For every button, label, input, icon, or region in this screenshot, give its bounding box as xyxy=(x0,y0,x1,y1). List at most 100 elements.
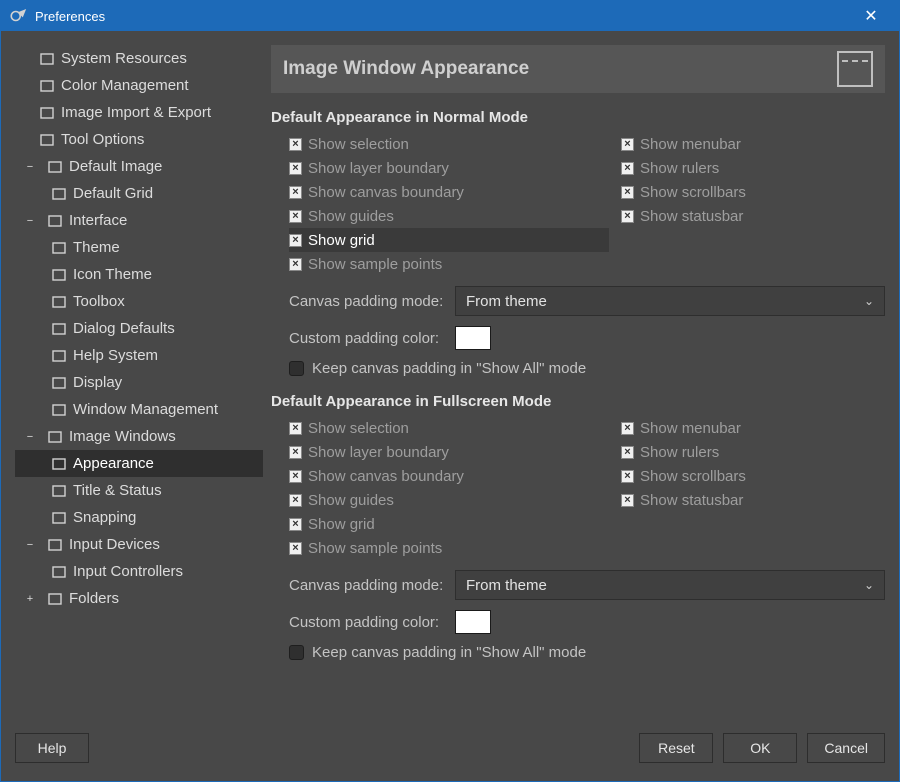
reset-button[interactable]: Reset xyxy=(639,733,713,763)
checkbox-show-canvas-boundary[interactable]: ×Show canvas boundary xyxy=(289,180,609,204)
checkbox-box[interactable]: × xyxy=(289,542,302,555)
sidebar-item-snapping[interactable]: Snapping xyxy=(15,504,263,531)
keep-padding-checkbox-normal[interactable] xyxy=(289,361,304,376)
checkbox-box[interactable]: × xyxy=(621,422,634,435)
checkbox-label: Show guides xyxy=(308,492,394,509)
sidebar-item-default-image[interactable]: −Default Image xyxy=(15,153,263,180)
checkbox-show-statusbar[interactable]: ×Show statusbar xyxy=(621,488,885,512)
padding-mode-select-normal[interactable]: From theme ⌄ xyxy=(455,286,885,316)
expander-icon[interactable]: + xyxy=(15,593,45,605)
sidebar-item-help-system[interactable]: Help System xyxy=(15,342,263,369)
sidebar: System Resources Color Management Image Im… xyxy=(1,31,263,725)
sidebar-item-window-management[interactable]: Window Management xyxy=(15,396,263,423)
checkbox-box[interactable]: × xyxy=(289,494,302,507)
checkbox-box[interactable]: × xyxy=(289,258,302,271)
checkbox-box[interactable]: × xyxy=(621,138,634,151)
sidebar-item-theme[interactable]: Theme xyxy=(15,234,263,261)
cancel-button[interactable]: Cancel xyxy=(807,733,885,763)
sidebar-item-default-grid[interactable]: Default Grid xyxy=(15,180,263,207)
padding-color-swatch-fullscreen[interactable] xyxy=(455,610,491,634)
sidebar-item-image-windows[interactable]: −Image Windows xyxy=(15,423,263,450)
page-header: Image Window Appearance xyxy=(271,45,885,93)
checkbox-show-rulers[interactable]: ×Show rulers xyxy=(621,440,885,464)
content-pane: Image Window Appearance Default Appearan… xyxy=(263,31,899,725)
tree-item-icon xyxy=(49,267,69,283)
sidebar-item-tool-options[interactable]: Tool Options xyxy=(15,126,263,153)
close-icon[interactable]: ✕ xyxy=(851,6,891,26)
checkbox-label: Show canvas boundary xyxy=(308,468,464,485)
checkbox-box[interactable]: × xyxy=(289,470,302,483)
tree-item-icon xyxy=(45,591,65,607)
ok-button[interactable]: OK xyxy=(723,733,797,763)
checkbox-show-menubar[interactable]: ×Show menubar xyxy=(621,416,885,440)
sidebar-item-color-management[interactable]: Color Management xyxy=(15,72,263,99)
sidebar-item-label: Interface xyxy=(69,212,127,229)
checkbox-box[interactable]: × xyxy=(289,138,302,151)
expander-icon[interactable]: − xyxy=(15,215,45,227)
tree-item-icon xyxy=(37,51,57,67)
tree-item-icon xyxy=(45,537,65,553)
checkbox-show-statusbar[interactable]: ×Show statusbar xyxy=(621,204,885,228)
checkbox-box[interactable]: × xyxy=(289,446,302,459)
checkbox-box[interactable]: × xyxy=(621,186,634,199)
footer: Help Reset OK Cancel xyxy=(1,725,899,781)
checkbox-box[interactable]: × xyxy=(621,446,634,459)
expander-icon[interactable]: − xyxy=(15,431,45,443)
sidebar-item-input-controllers[interactable]: Input Controllers xyxy=(15,558,263,585)
sidebar-item-label: Color Management xyxy=(61,77,189,94)
checkbox-label: Show grid xyxy=(308,516,375,533)
sidebar-item-label: Image Import & Export xyxy=(61,104,211,121)
checkbox-show-menubar[interactable]: ×Show menubar xyxy=(621,132,885,156)
checkbox-box[interactable]: × xyxy=(289,234,302,247)
checkbox-show-guides[interactable]: × Show guides xyxy=(289,488,609,512)
sidebar-item-label: Display xyxy=(73,374,122,391)
tree-item-icon xyxy=(49,186,69,202)
checkbox-show-selection[interactable]: ×Show selection xyxy=(289,416,609,440)
sidebar-item-toolbox[interactable]: Toolbox xyxy=(15,288,263,315)
checkbox-show-grid[interactable]: ×Show grid xyxy=(289,228,609,252)
keep-padding-checkbox-fullscreen[interactable] xyxy=(289,645,304,660)
checkbox-box[interactable]: × xyxy=(621,162,634,175)
checkbox-box[interactable]: × xyxy=(289,210,302,223)
checkbox-box[interactable]: × xyxy=(289,186,302,199)
checkbox-label: Show guides xyxy=(308,208,394,225)
checkbox-show-layer-boundary[interactable]: ×Show layer boundary xyxy=(289,440,609,464)
checkbox-show-grid[interactable]: × Show grid xyxy=(289,512,609,536)
sidebar-item-image-import-export[interactable]: Image Import & Export xyxy=(15,99,263,126)
checkbox-show-canvas-boundary[interactable]: × Show canvas boundary xyxy=(289,464,609,488)
window-title: Preferences xyxy=(35,9,851,24)
sidebar-item-appearance[interactable]: Appearance xyxy=(15,450,263,477)
tree-item-icon xyxy=(45,213,65,229)
padding-mode-value-fs: From theme xyxy=(466,577,547,594)
expander-icon[interactable]: − xyxy=(15,161,45,173)
sidebar-item-system-resources[interactable]: System Resources xyxy=(15,45,263,72)
checkbox-show-sample-points[interactable]: ×Show sample points xyxy=(289,252,609,276)
checkbox-box[interactable]: × xyxy=(289,518,302,531)
checkbox-show-layer-boundary[interactable]: ×Show layer boundary xyxy=(289,156,609,180)
sidebar-item-title-status[interactable]: Title & Status xyxy=(15,477,263,504)
sidebar-item-display[interactable]: Display xyxy=(15,369,263,396)
checkbox-box[interactable]: × xyxy=(289,162,302,175)
tree-item-icon xyxy=(49,483,69,499)
padding-mode-select-fullscreen[interactable]: From theme ⌄ xyxy=(455,570,885,600)
help-button[interactable]: Help xyxy=(15,733,89,763)
sidebar-item-folders[interactable]: +Folders xyxy=(15,585,263,612)
tree-item-icon xyxy=(45,159,65,175)
checkbox-box[interactable]: × xyxy=(621,470,634,483)
checkbox-show-sample-points[interactable]: ×Show sample points xyxy=(289,536,609,560)
padding-color-swatch-normal[interactable] xyxy=(455,326,491,350)
sidebar-item-interface[interactable]: − Interface xyxy=(15,207,263,234)
checkbox-show-scrollbars[interactable]: ×Show scrollbars xyxy=(621,464,885,488)
checkbox-box[interactable]: × xyxy=(621,210,634,223)
sidebar-item-input-devices[interactable]: −Input Devices xyxy=(15,531,263,558)
checkbox-show-guides[interactable]: × Show guides xyxy=(289,204,609,228)
checkbox-box[interactable]: × xyxy=(289,422,302,435)
sidebar-item-icon-theme[interactable]: Icon Theme xyxy=(15,261,263,288)
checkbox-show-selection[interactable]: ×Show selection xyxy=(289,132,609,156)
checkbox-show-scrollbars[interactable]: ×Show scrollbars xyxy=(621,180,885,204)
sidebar-item-label: Snapping xyxy=(73,509,136,526)
checkbox-box[interactable]: × xyxy=(621,494,634,507)
checkbox-show-rulers[interactable]: ×Show rulers xyxy=(621,156,885,180)
expander-icon[interactable]: − xyxy=(15,539,45,551)
sidebar-item-dialog-defaults[interactable]: Dialog Defaults xyxy=(15,315,263,342)
